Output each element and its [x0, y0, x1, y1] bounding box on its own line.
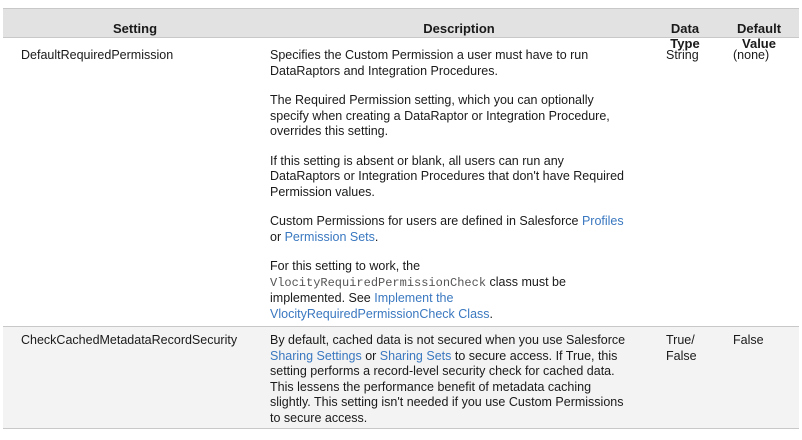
table-header-row: Setting Description Data Type Default Valu… [3, 9, 799, 51]
table-row: DefaultRequiredPermission Specifies the … [3, 38, 799, 326]
column-header-data-type: Data Type [670, 21, 700, 51]
table-row: CheckCachedMetadataRecordSecurity By def… [3, 326, 799, 428]
description-paragraph: Custom Permissions for users are defined… [270, 214, 624, 244]
data-type: String [666, 48, 699, 62]
settings-table: Setting Description Data Type Default Valu… [3, 8, 799, 429]
sharing-settings-link[interactable]: Sharing Settings [270, 349, 362, 363]
sharing-sets-link[interactable]: Sharing Sets [380, 349, 452, 363]
implement-class-link-cont[interactable]: VlocityRequiredPermissionCheck Class [270, 307, 490, 321]
permission-sets-link[interactable]: Permission Sets [285, 230, 375, 244]
setting-name: DefaultRequiredPermission [21, 48, 174, 62]
description-paragraph: The Required Permission setting, which y… [270, 93, 610, 138]
description-paragraph: For this setting to work, the VlocityReq… [270, 259, 566, 321]
setting-description: By default, cached data is not secured w… [270, 333, 626, 425]
column-header-description: Description [423, 21, 495, 36]
setting-name: CheckCachedMetadataRecordSecurity [21, 333, 238, 347]
setting-description: Specifies the Custom Permission a user m… [267, 38, 651, 326]
column-header-setting: Setting [112, 21, 158, 36]
code-class-name: VlocityRequiredPermissionCheck [270, 275, 487, 290]
implement-class-link[interactable]: Implement the [374, 291, 453, 305]
default-value: (none) [733, 48, 770, 62]
profiles-link[interactable]: Profiles [582, 214, 624, 228]
description-paragraph: If this setting is absent or blank, all … [270, 153, 624, 199]
data-type: True/False [666, 333, 697, 363]
default-value: False [733, 333, 764, 347]
column-header-default-value: Default Value [736, 21, 782, 51]
description-paragraph: Specifies the Custom Permission a user m… [270, 48, 589, 78]
